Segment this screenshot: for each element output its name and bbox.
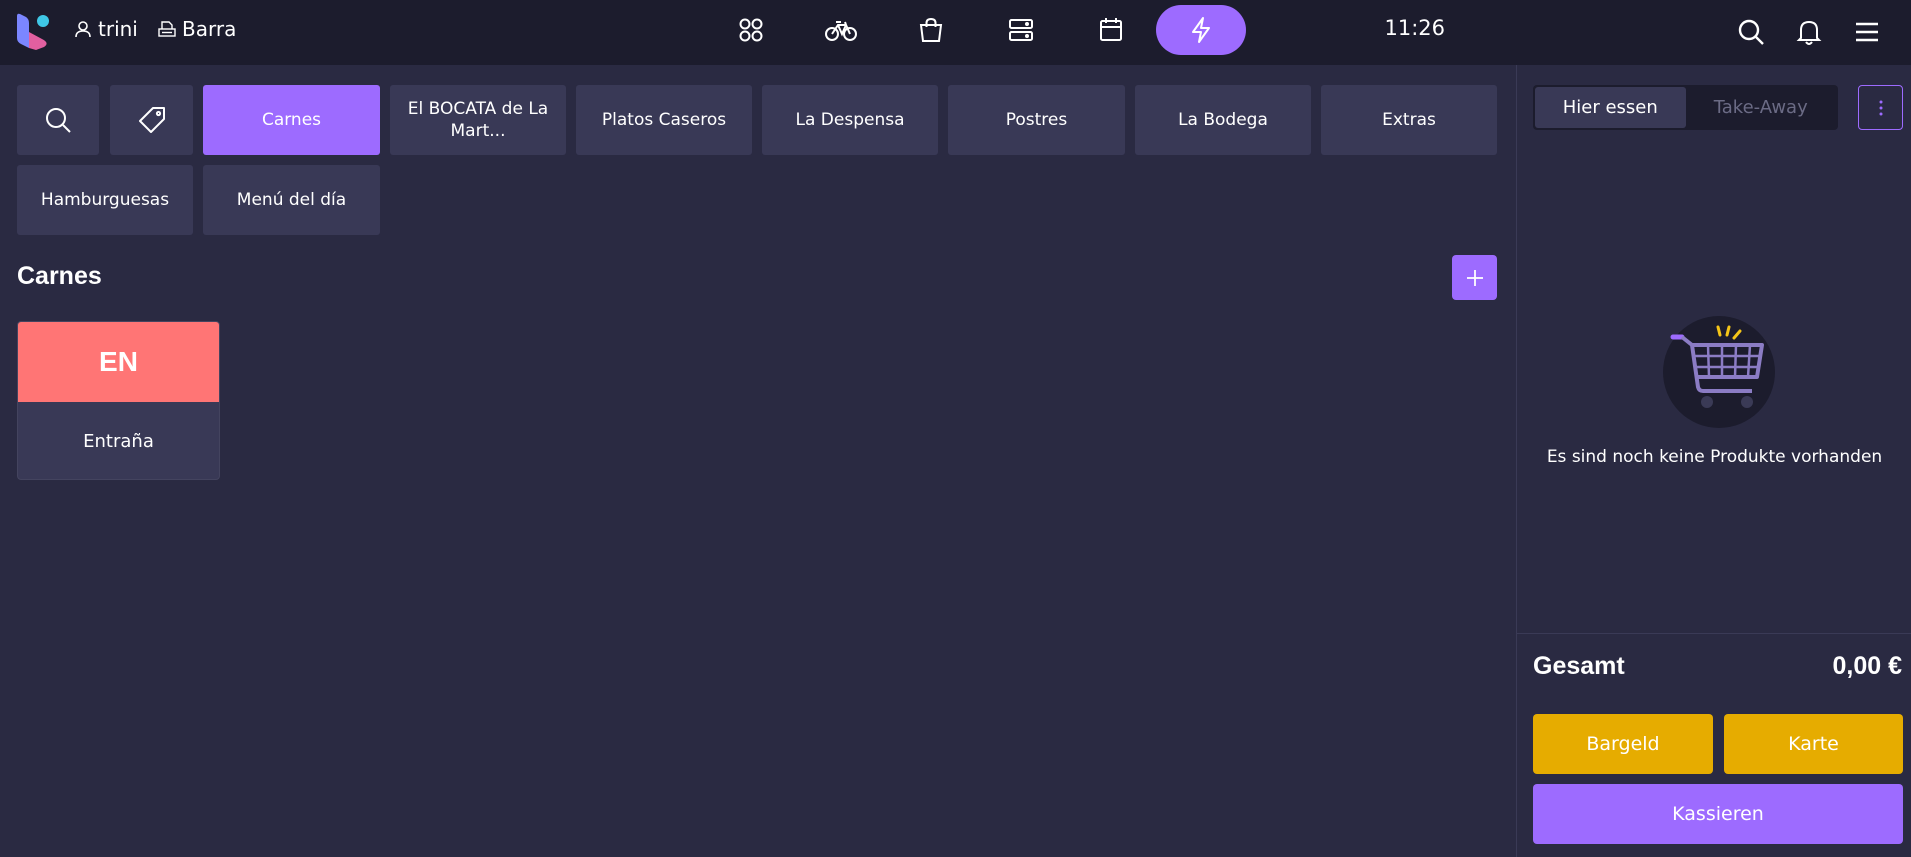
- nav-tables[interactable]: [976, 5, 1066, 55]
- mode-dine-in[interactable]: Hier essen: [1535, 87, 1686, 128]
- product-abbreviation: EN: [18, 322, 219, 402]
- user-icon: [75, 21, 91, 38]
- search-icon: [46, 108, 71, 133]
- shopping-cart-icon: [1663, 316, 1775, 428]
- total-value: 0,00 €: [1832, 652, 1902, 680]
- category-hamburguesas[interactable]: Hamburguesas: [17, 165, 193, 235]
- empty-cart-message: Es sind noch keine Produkte vorhanden: [1546, 447, 1883, 467]
- order-panel: Hier essen Take-Away Es sind noch keine …: [1516, 65, 1911, 857]
- search-icon: [1738, 19, 1764, 45]
- main-nav: [706, 5, 1246, 55]
- category-la-despensa[interactable]: La Despensa: [762, 85, 938, 155]
- category-menu-del-dia[interactable]: Menú del día: [203, 165, 380, 235]
- shopping-bag-icon: [919, 17, 943, 42]
- station-name: Barra: [182, 17, 237, 41]
- category-el-bocata[interactable]: El BOCATA de La Mart...: [390, 85, 566, 155]
- current-user[interactable]: trini: [74, 17, 138, 41]
- divider: [1517, 633, 1911, 634]
- add-product-button[interactable]: [1452, 255, 1497, 300]
- category-platos-caseros[interactable]: Platos Caseros: [576, 85, 752, 155]
- lightning-icon: [1192, 17, 1210, 43]
- calendar-icon: [1100, 18, 1122, 41]
- clock: 11:26: [1384, 16, 1445, 40]
- bike-icon: [825, 21, 857, 41]
- more-vertical-icon: [1879, 100, 1882, 115]
- order-mode-toggle: Hier essen Take-Away: [1533, 85, 1838, 130]
- category-postres[interactable]: Postres: [948, 85, 1125, 155]
- notifications-button[interactable]: [1791, 14, 1827, 50]
- nav-shop[interactable]: [886, 5, 976, 55]
- server-icon: [1009, 19, 1033, 41]
- user-name: trini: [98, 17, 138, 41]
- nav-quick-sale[interactable]: [1156, 5, 1246, 55]
- pay-card-button[interactable]: Karte: [1724, 714, 1903, 774]
- app-logo: [16, 12, 54, 50]
- category-carnes[interactable]: Carnes: [203, 85, 380, 155]
- nav-apps[interactable]: [706, 5, 796, 55]
- menu-button[interactable]: [1849, 14, 1885, 50]
- product-name: Entraña: [83, 431, 154, 452]
- pay-cash-button[interactable]: Bargeld: [1533, 714, 1713, 774]
- search-button[interactable]: [1733, 14, 1769, 50]
- nav-delivery[interactable]: [796, 5, 886, 55]
- bell-icon: [1796, 20, 1822, 45]
- section-title: Carnes: [17, 262, 102, 290]
- apps-icon: [739, 18, 763, 42]
- current-station[interactable]: Barra: [158, 17, 236, 41]
- category-extras[interactable]: Extras: [1321, 85, 1497, 155]
- product-card-entrana[interactable]: EN Entraña: [17, 321, 220, 480]
- tag-filter-button[interactable]: [110, 85, 193, 155]
- product-search-button[interactable]: [17, 85, 99, 155]
- printer-icon: [158, 21, 176, 37]
- nav-calendar[interactable]: [1066, 5, 1156, 55]
- hamburger-icon: [1856, 22, 1878, 42]
- plus-icon: [1466, 269, 1483, 286]
- category-la-bodega[interactable]: La Bodega: [1135, 85, 1311, 155]
- order-options-button[interactable]: [1858, 85, 1903, 130]
- mode-takeaway[interactable]: Take-Away: [1686, 87, 1837, 128]
- checkout-button[interactable]: Kassieren: [1533, 784, 1903, 844]
- total-label: Gesamt: [1533, 652, 1625, 680]
- empty-cart-illustration: [1662, 315, 1777, 430]
- tag-icon: [138, 107, 165, 133]
- top-bar: trini Barra 11:26: [0, 0, 1911, 65]
